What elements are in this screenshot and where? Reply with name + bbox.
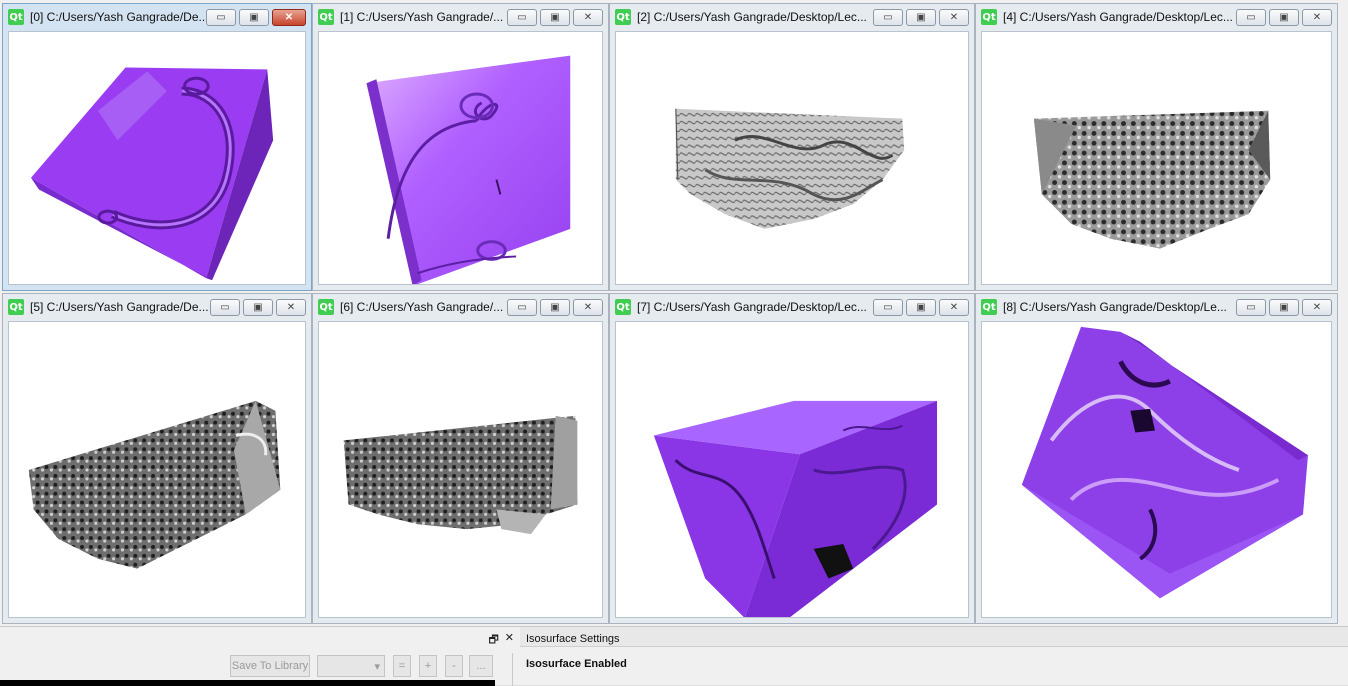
render-viewport[interactable] — [8, 31, 306, 285]
maximize-button[interactable]: ▣ — [906, 298, 936, 316]
isosurface-render-4 — [1033, 110, 1271, 249]
qt-logo-icon: Qt — [8, 299, 24, 315]
close-button[interactable]: ✕ — [939, 8, 969, 26]
minimize-button[interactable]: ▭ — [206, 8, 236, 26]
minimize-button[interactable]: ▭ — [1236, 298, 1266, 316]
qt-logo-icon: Qt — [8, 9, 24, 25]
status-strip — [0, 680, 495, 686]
library-panel: 🗗 ✕ Save To Library ▾ = + - ... — [0, 627, 520, 686]
viewer-grid: Qt [0] C:/Users/Yash Gangrade/De... ▭ ▣ … — [0, 0, 1348, 626]
window-title: [8] C:/Users/Yash Gangrade/Desktop/Le... — [1003, 300, 1227, 314]
library-dropdown[interactable]: ▾ — [317, 655, 385, 677]
minimize-button[interactable]: ▭ — [1236, 8, 1266, 26]
viewer-window-4[interactable]: Qt [4] C:/Users/Yash Gangrade/Desktop/Le… — [975, 3, 1338, 291]
close-button[interactable]: ✕ — [1302, 8, 1332, 26]
dock-close-icon[interactable]: ✕ — [505, 631, 514, 650]
minimize-button[interactable]: ▭ — [507, 298, 537, 316]
render-viewport[interactable] — [318, 31, 603, 285]
qt-logo-icon: Qt — [615, 9, 631, 25]
maximize-button[interactable]: ▣ — [1269, 8, 1299, 26]
render-viewport[interactable] — [615, 321, 969, 618]
close-button[interactable]: ✕ — [1302, 298, 1332, 316]
qt-logo-icon: Qt — [981, 9, 997, 25]
window-title: [7] C:/Users/Yash Gangrade/Desktop/Lec..… — [637, 300, 867, 314]
minimize-button[interactable]: ▭ — [507, 8, 537, 26]
window-titlebar[interactable]: Qt [8] C:/Users/Yash Gangrade/Desktop/Le… — [976, 294, 1337, 320]
close-button[interactable]: ✕ — [272, 8, 306, 26]
maximize-button[interactable]: ▣ — [540, 298, 570, 316]
close-button[interactable]: ✕ — [573, 298, 603, 316]
save-to-library-button[interactable]: Save To Library — [230, 655, 310, 677]
chevron-down-icon: ▾ — [374, 660, 380, 673]
minimize-button[interactable]: ▭ — [873, 298, 903, 316]
qt-logo-icon: Qt — [981, 299, 997, 315]
window-titlebar[interactable]: Qt [4] C:/Users/Yash Gangrade/Desktop/Le… — [976, 4, 1337, 30]
window-titlebar[interactable]: Qt [2] C:/Users/Yash Gangrade/Desktop/Le… — [610, 4, 974, 30]
close-button[interactable]: ✕ — [276, 298, 306, 316]
qt-logo-icon: Qt — [318, 9, 334, 25]
maximize-button[interactable]: ▣ — [239, 8, 269, 26]
close-button[interactable]: ✕ — [573, 8, 603, 26]
viewer-window-2[interactable]: Qt [2] C:/Users/Yash Gangrade/Desktop/Le… — [609, 3, 975, 291]
more-button[interactable]: ... — [469, 655, 493, 677]
minimize-button[interactable]: ▭ — [873, 8, 903, 26]
window-title: [1] C:/Users/Yash Gangrade/... — [340, 10, 504, 24]
isosurface-render-2 — [675, 108, 905, 229]
window-title: [0] C:/Users/Yash Gangrade/De... — [30, 10, 206, 24]
isosurface-render-7 — [653, 400, 938, 617]
qt-logo-icon: Qt — [615, 299, 631, 315]
isosurface-render-5 — [28, 400, 281, 569]
dock-float-icon[interactable]: 🗗 — [488, 631, 498, 650]
minimize-button[interactable]: ▭ — [210, 298, 240, 316]
window-titlebar[interactable]: Qt [6] C:/Users/Yash Gangrade/... ▭ ▣ ✕ — [313, 294, 608, 320]
viewer-window-5[interactable]: Qt [5] C:/Users/Yash Gangrade/De... ▭ ▣ … — [2, 293, 312, 624]
equals-button[interactable]: = — [393, 655, 411, 677]
window-title: [2] C:/Users/Yash Gangrade/Desktop/Lec..… — [637, 10, 867, 24]
window-title: [5] C:/Users/Yash Gangrade/De... — [30, 300, 209, 314]
window-titlebar[interactable]: Qt [1] C:/Users/Yash Gangrade/... ▭ ▣ ✕ — [313, 4, 608, 30]
isosurface-render-0 — [31, 67, 274, 281]
isosurface-render-6 — [343, 415, 578, 535]
isosurface-enabled-label: Isosurface Enabled — [526, 658, 627, 670]
add-button[interactable]: + — [419, 655, 437, 677]
viewer-window-7[interactable]: Qt [7] C:/Users/Yash Gangrade/Desktop/Le… — [609, 293, 975, 624]
panel-titlebar — [520, 627, 1348, 647]
viewer-window-8[interactable]: Qt [8] C:/Users/Yash Gangrade/Desktop/Le… — [975, 293, 1338, 624]
render-viewport[interactable] — [981, 31, 1332, 285]
render-viewport[interactable] — [615, 31, 969, 285]
viewer-window-6[interactable]: Qt [6] C:/Users/Yash Gangrade/... ▭ ▣ ✕ — [312, 293, 609, 624]
isosurface-settings-panel: Isosurface Settings Isosurface Enabled — [520, 627, 1348, 686]
render-viewport[interactable] — [981, 321, 1332, 618]
qt-logo-icon: Qt — [318, 299, 334, 315]
bottom-dock: 🗗 ✕ Save To Library ▾ = + - ... Isosurfa… — [0, 626, 1348, 686]
panel-title: Isosurface Settings — [526, 633, 620, 645]
window-titlebar[interactable]: Qt [0] C:/Users/Yash Gangrade/De... ▭ ▣ … — [3, 4, 311, 30]
viewer-window-0[interactable]: Qt [0] C:/Users/Yash Gangrade/De... ▭ ▣ … — [2, 3, 312, 291]
panel-divider[interactable] — [512, 653, 513, 686]
window-titlebar[interactable]: Qt [5] C:/Users/Yash Gangrade/De... ▭ ▣ … — [3, 294, 311, 320]
maximize-button[interactable]: ▣ — [1269, 298, 1299, 316]
window-titlebar[interactable]: Qt [7] C:/Users/Yash Gangrade/Desktop/Le… — [610, 294, 974, 320]
window-title: [4] C:/Users/Yash Gangrade/Desktop/Lec..… — [1003, 10, 1233, 24]
isosurface-render-1 — [366, 55, 571, 284]
render-viewport[interactable] — [318, 321, 603, 618]
render-viewport[interactable] — [8, 321, 306, 618]
maximize-button[interactable]: ▣ — [906, 8, 936, 26]
maximize-button[interactable]: ▣ — [243, 298, 273, 316]
close-button[interactable]: ✕ — [939, 298, 969, 316]
window-title: [6] C:/Users/Yash Gangrade/... — [340, 300, 504, 314]
remove-button[interactable]: - — [445, 655, 463, 677]
isosurface-render-8 — [1021, 326, 1308, 599]
viewer-window-1[interactable]: Qt [1] C:/Users/Yash Gangrade/... ▭ ▣ ✕ — [312, 3, 609, 291]
maximize-button[interactable]: ▣ — [540, 8, 570, 26]
